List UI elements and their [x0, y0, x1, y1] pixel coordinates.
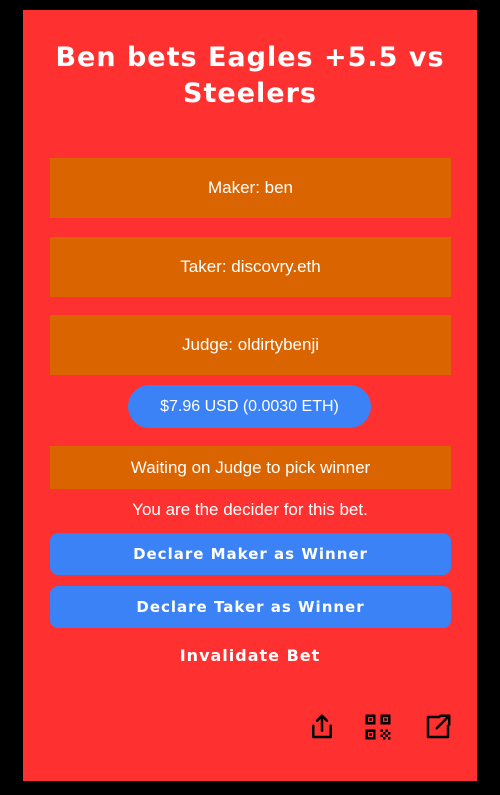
bet-title: Ben bets Eagles +5.5 vs Steelers: [55, 42, 445, 109]
judge-box: Judge: oldirtybenji: [50, 315, 451, 375]
status-box: Waiting on Judge to pick winner: [50, 446, 451, 489]
maker-box: Maker: ben: [50, 158, 451, 218]
share-icon[interactable]: [307, 712, 337, 742]
declare-taker-button[interactable]: Declare Taker as Winner: [50, 586, 451, 628]
taker-box: Taker: discovry.eth: [50, 237, 451, 297]
decider-note: You are the decider for this bet.: [132, 500, 368, 519]
qr-code-icon[interactable]: [363, 712, 393, 742]
open-external-icon[interactable]: [423, 712, 453, 742]
amount-badge: $7.96 USD (0.0030 ETH): [128, 385, 371, 428]
bet-card: Ben bets Eagles +5.5 vs Steelers Maker: …: [23, 10, 477, 781]
declare-maker-button[interactable]: Declare Maker as Winner: [50, 533, 451, 575]
invalidate-bet-button[interactable]: Invalidate Bet: [23, 646, 477, 665]
